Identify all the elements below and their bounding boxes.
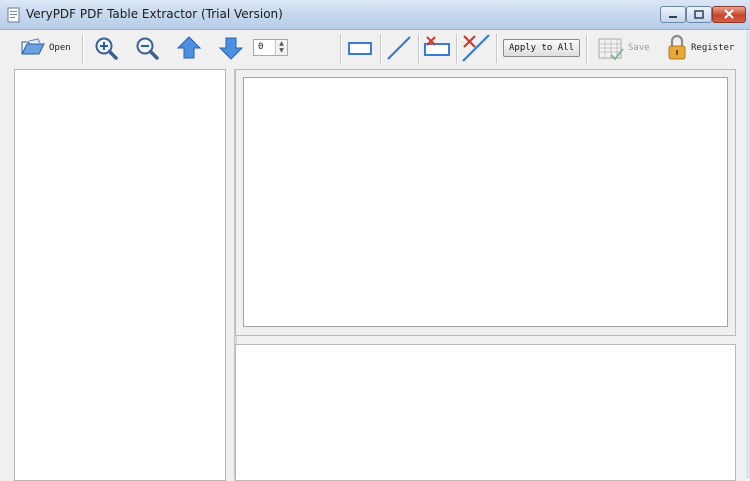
window-title: VeryPDF PDF Table Extractor (Trial Versi… xyxy=(26,7,283,21)
maximize-icon xyxy=(694,10,704,19)
page-down-icon xyxy=(218,37,244,60)
page-number-value: 0 xyxy=(258,42,264,52)
open-button[interactable]: Open xyxy=(20,33,71,63)
draw-rectangle-button[interactable] xyxy=(346,33,374,63)
save-icon xyxy=(598,38,624,61)
table-output-panel[interactable] xyxy=(235,344,736,481)
delete-rectangle-button[interactable] xyxy=(422,33,452,63)
maximize-button[interactable] xyxy=(686,6,712,23)
apply-to-all-button[interactable]: Apply to All xyxy=(503,39,580,57)
register-label: Register xyxy=(691,43,735,53)
stepper-down-icon[interactable]: ▼ xyxy=(276,47,287,54)
draw-line-icon xyxy=(387,36,411,60)
zoom-in-icon xyxy=(95,37,118,60)
delete-line-button[interactable] xyxy=(460,33,492,63)
zoom-out-button[interactable] xyxy=(134,33,160,63)
toolbar-separator xyxy=(496,34,498,64)
page-thumbnail-panel[interactable] xyxy=(14,69,226,481)
app-icon xyxy=(7,7,20,23)
stepper-arrows[interactable]: ▲ ▼ xyxy=(275,40,287,55)
title-bar[interactable]: VeryPDF PDF Table Extractor (Trial Versi… xyxy=(0,0,750,30)
toolbar-separator xyxy=(418,34,420,64)
page-down-button[interactable] xyxy=(218,33,244,63)
zoom-out-icon xyxy=(136,37,159,60)
window-border xyxy=(746,30,750,479)
minimize-button[interactable] xyxy=(660,6,686,23)
save-label: Save xyxy=(628,43,650,53)
stepper-up-icon[interactable]: ▲ xyxy=(276,40,287,47)
toolbar-separator xyxy=(380,34,382,64)
open-folder-icon xyxy=(21,38,45,55)
close-button[interactable] xyxy=(712,6,746,23)
zoom-in-button[interactable] xyxy=(93,33,119,63)
toolbar-separator xyxy=(82,34,84,64)
close-icon xyxy=(724,9,734,19)
save-button[interactable]: Save xyxy=(597,33,650,63)
minimize-icon xyxy=(669,16,677,18)
draw-line-button[interactable] xyxy=(385,33,413,63)
delete-rectangle-icon xyxy=(424,36,450,56)
toolbar-separator xyxy=(586,34,588,64)
draw-rectangle-icon xyxy=(348,42,372,55)
toolbar-separator xyxy=(456,34,458,64)
page-number-stepper[interactable]: 0 ▲ ▼ xyxy=(253,39,288,56)
page-up-icon xyxy=(176,36,202,59)
open-label: Open xyxy=(49,43,71,53)
page-up-button[interactable] xyxy=(176,33,202,63)
register-button[interactable]: Register xyxy=(666,33,734,63)
toolbar-separator xyxy=(340,34,342,64)
toolbar: Open 0 ▲ ▼ Save Register xyxy=(0,30,750,68)
pdf-preview-canvas[interactable] xyxy=(243,77,728,327)
register-lock-icon xyxy=(668,34,686,60)
delete-line-icon xyxy=(462,34,490,62)
